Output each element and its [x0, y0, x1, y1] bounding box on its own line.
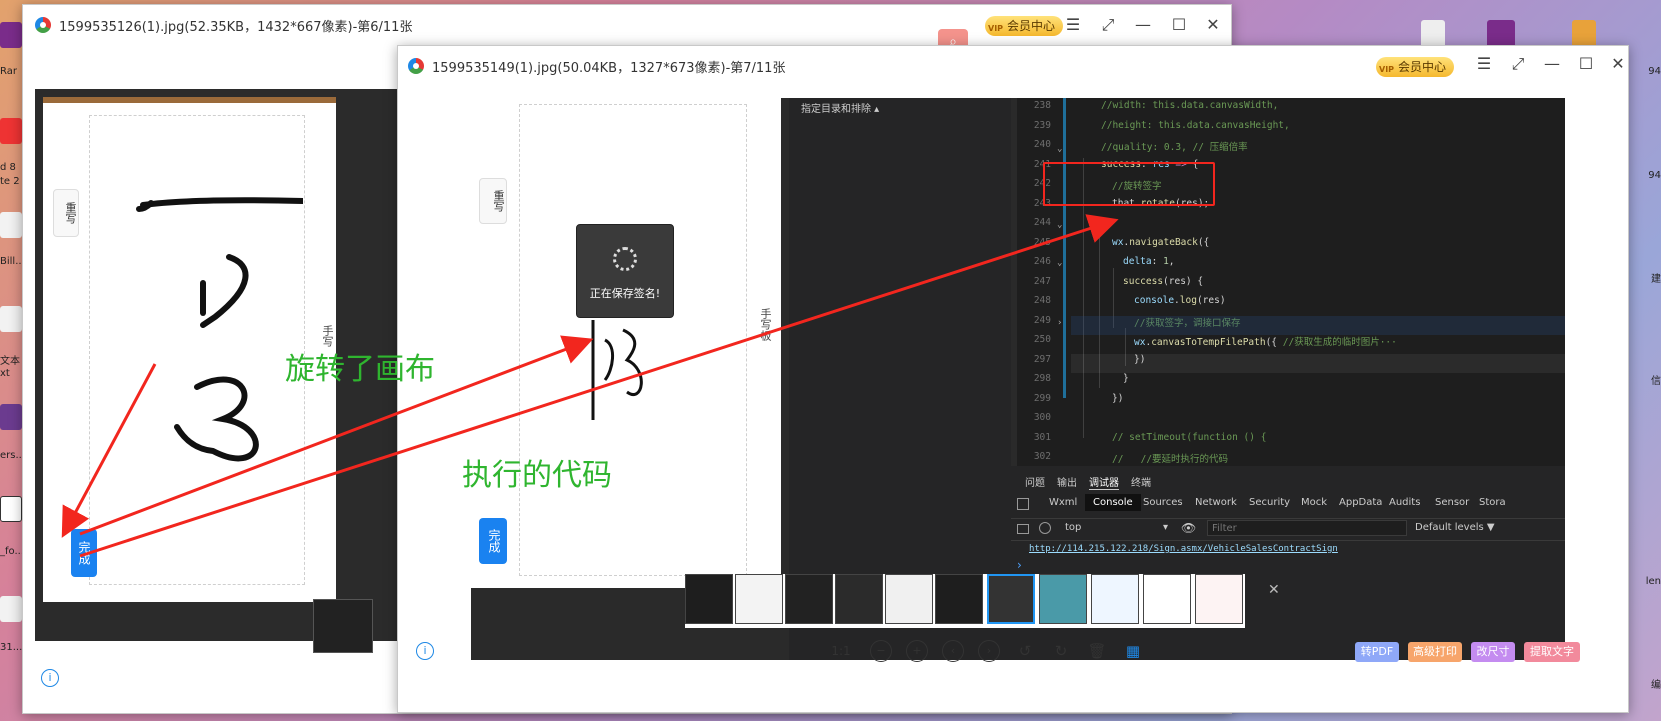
annotation-arrows	[61, 214, 1119, 558]
annotation-rotate-canvas: 旋转了画布	[285, 352, 435, 387]
annotation-executed-code: 执行的代码	[462, 458, 612, 493]
